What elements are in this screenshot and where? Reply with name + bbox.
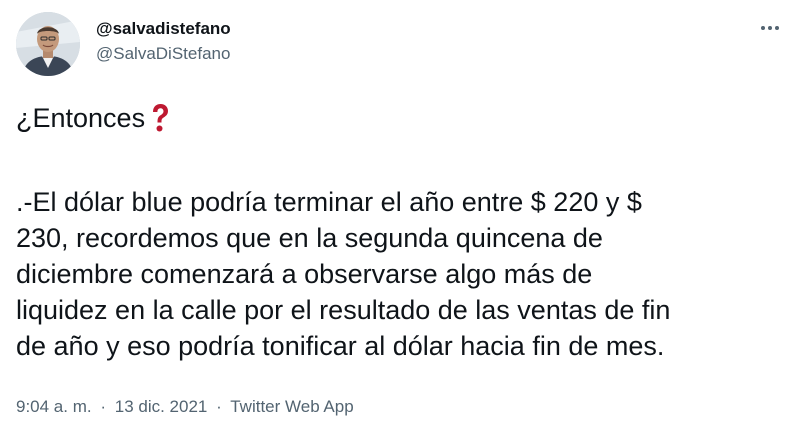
meta-separator: ·	[216, 397, 222, 416]
tweet-source-link[interactable]: Twitter Web App	[230, 397, 353, 416]
tweet-intro-text: ¿Entonces	[16, 103, 146, 133]
red-question-mark-icon	[153, 104, 169, 132]
tweet-metadata: 9:04 a. m. · 13 dic. 2021 · Twitter Web …	[16, 396, 354, 418]
author-display-name[interactable]: @salvadistefano	[96, 18, 231, 40]
tweet-date[interactable]: 13 dic. 2021	[115, 397, 208, 416]
more-dots-icon	[761, 26, 779, 30]
more-options-button[interactable]	[756, 16, 784, 40]
meta-separator: ·	[100, 397, 107, 416]
author-handle[interactable]: @SalvaDiStefano	[96, 43, 231, 65]
tweet-body-paragraph: .-El dólar blue podría terminar el año e…	[16, 187, 671, 361]
avatar[interactable]	[16, 12, 80, 76]
tweet-text: ¿Entonces .-El dólar blue podría termina…	[16, 100, 786, 364]
tweet-card: @salvadistefano @SalvaDiStefano ¿Entonce…	[0, 0, 800, 427]
author-names: @salvadistefano @SalvaDiStefano	[96, 18, 231, 65]
tweet-intro-line: ¿Entonces	[16, 100, 786, 136]
tweet-time[interactable]: 9:04 a. m.	[16, 397, 92, 416]
tweet-header: @salvadistefano @SalvaDiStefano	[16, 12, 784, 80]
person-avatar-icon	[16, 12, 80, 76]
